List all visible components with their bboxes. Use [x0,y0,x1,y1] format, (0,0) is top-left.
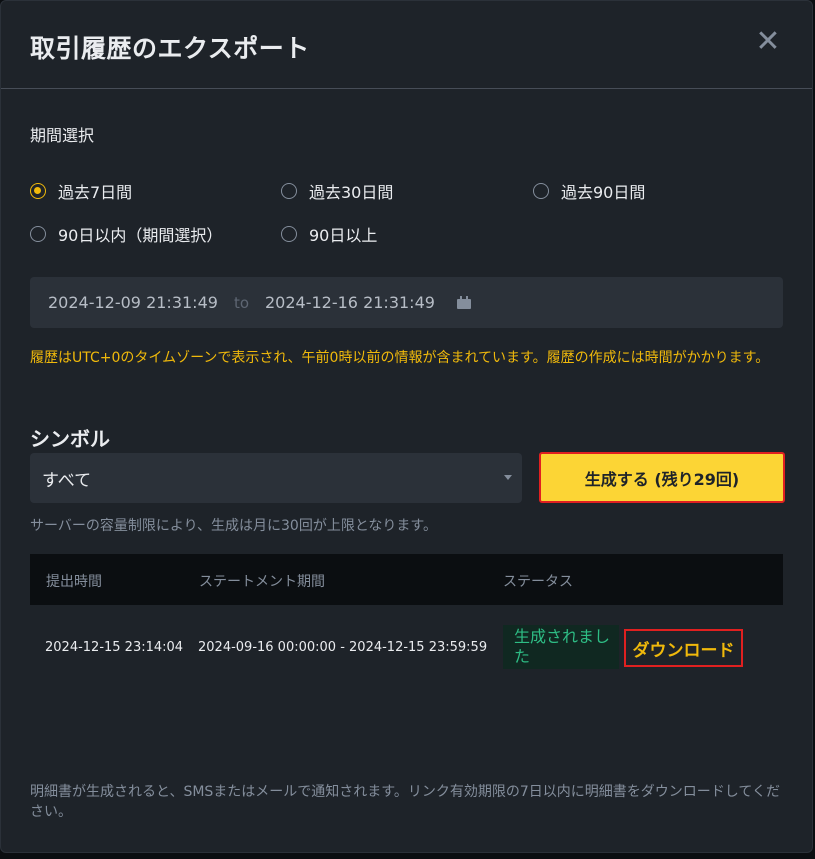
radio-label: 過去90日間 [561,183,646,202]
radio-within-90-days-custom[interactable]: 90日以内（期間選択） [30,222,222,246]
close-icon[interactable]: ✕ [753,27,783,57]
radio-label: 90日以上 [309,226,378,245]
radio-checked-icon [30,183,46,199]
radio-unchecked-icon [281,183,297,199]
radio-label: 90日以内（期間選択） [58,226,223,245]
calendar-icon[interactable] [456,296,471,309]
submitted-time: 2024-12-15 23:14:04 [45,640,184,655]
radio-past-7-days[interactable]: 過去7日間 [30,179,132,203]
symbol-select-value: すべて [42,470,92,491]
column-submitted-time: 提出時間 [46,574,102,590]
period-label: 期間選択 [30,126,95,145]
radio-unchecked-icon [281,226,297,242]
caret-down-icon [504,475,512,480]
timezone-warning: 履歴はUTC+0のタイムゾーンで表示され、午前0時以前の情報が含まれています。履… [30,350,770,366]
column-statement-period: ステートメント期間 [199,574,325,590]
history-table-header: 提出時間 ステートメント期間 ステータス [30,554,783,605]
radio-past-90-days[interactable]: 過去90日間 [533,179,645,203]
radio-label: 過去7日間 [58,183,133,202]
generation-limit-note: サーバーの容量制限により、生成は月に30回が上限となります。 [30,518,438,534]
dialog-header: 取引履歴のエクスポート ✕ [1,1,812,89]
symbol-label: シンボル [30,427,110,451]
date-range-picker[interactable]: 2024-12-09 21:31:49 to 2024-12-16 21:31:… [30,277,783,328]
download-link[interactable]: ダウンロード [624,629,743,667]
dialog-title: 取引履歴のエクスポート [30,34,310,63]
symbol-select[interactable]: すべて [30,453,522,503]
generate-button[interactable]: 生成する (残り29回) [539,452,785,503]
radio-unchecked-icon [30,226,46,242]
status-badge: 生成されました [503,625,619,669]
notification-note: 明細書が生成されると、SMSまたはメールで通知されます。リンク有効期限の7日以内… [30,784,780,820]
export-dialog: 取引履歴のエクスポート ✕ 期間選択 過去7日間 過去30日間 過去90日間 9… [0,0,813,853]
statement-period: 2024-09-16 00:00:00 - 2024-12-15 23:59:5… [198,640,488,655]
radio-unchecked-icon [533,183,549,199]
table-row: 2024-12-15 23:14:04 2024-09-16 00:00:00 … [30,605,783,689]
column-status: ステータス [503,574,573,590]
date-separator: to [233,293,249,312]
radio-label: 過去30日間 [309,183,394,202]
start-date[interactable]: 2024-12-09 21:31:49 [48,293,218,312]
radio-over-90-days[interactable]: 90日以上 [281,222,377,246]
end-date[interactable]: 2024-12-16 21:31:49 [265,293,435,312]
radio-past-30-days[interactable]: 過去30日間 [281,179,393,203]
